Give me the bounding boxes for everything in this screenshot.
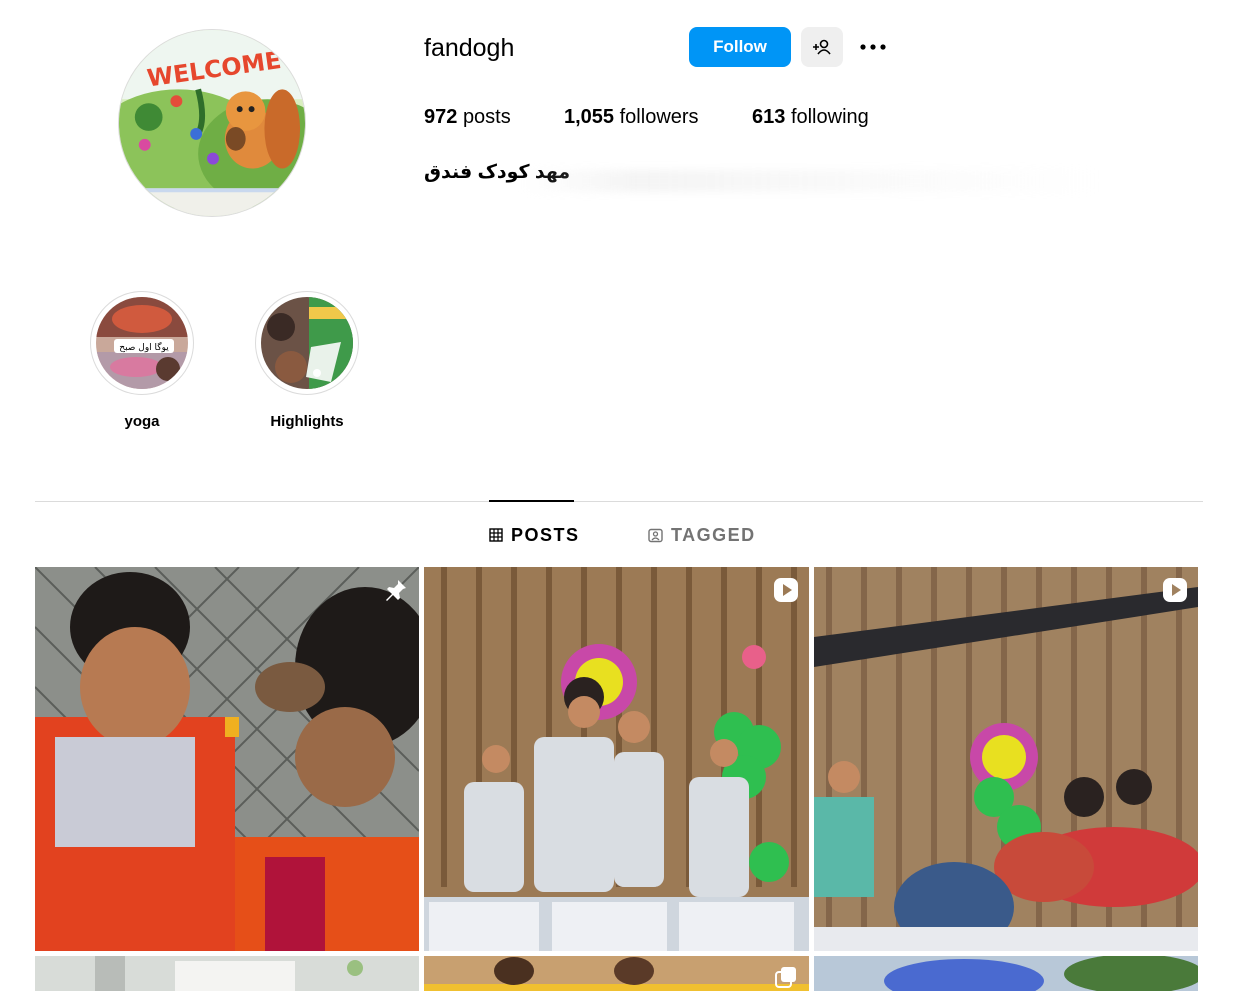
pin-icon [386, 580, 406, 601]
more-options-button[interactable] [853, 27, 893, 67]
following-label: following [790, 106, 869, 128]
highlight-highlights[interactable] [255, 291, 359, 395]
post-image [35, 567, 419, 951]
profile-username: fandogh [424, 34, 514, 62]
highlight-yoga-label: yoga [124, 413, 160, 430]
tab-posts-label: POSTS [511, 524, 580, 545]
post-tile[interactable] [35, 956, 419, 991]
reel-icon [774, 578, 798, 602]
post-image [424, 956, 809, 991]
add-person-icon [813, 39, 831, 55]
posts-stat: 972 posts [424, 104, 511, 130]
posts-count: 972 [424, 106, 458, 128]
followers-label: followers [619, 106, 699, 128]
post-image [424, 567, 809, 951]
post-image [35, 956, 419, 991]
more-icon [860, 44, 886, 50]
post-tile[interactable] [424, 567, 809, 951]
active-tab-indicator [489, 500, 574, 502]
post-tile[interactable] [35, 567, 419, 951]
following-count: 613 [752, 106, 786, 128]
followers-count: 1,055 [564, 106, 615, 128]
tab-tagged[interactable]: TAGGED [648, 523, 756, 547]
highlight-yoga-overlay-text: یوگا اول صبح [119, 341, 169, 353]
following-stat[interactable]: 613 following [752, 104, 869, 130]
grid-icon [489, 528, 503, 542]
avatar-image: WELCOME [119, 30, 305, 216]
post-tile[interactable] [424, 956, 809, 991]
tab-posts[interactable]: POSTS [489, 523, 580, 547]
bio-blurred-text [520, 170, 1100, 192]
tab-tagged-label: TAGGED [671, 524, 756, 545]
tabs-divider [35, 501, 1203, 502]
profile-avatar[interactable]: WELCOME [118, 29, 306, 217]
reel-icon [1163, 578, 1187, 602]
suggested-accounts-button[interactable] [801, 27, 843, 67]
post-image [814, 567, 1198, 951]
highlight-highlights-label: Highlights [270, 413, 344, 430]
post-image [814, 956, 1198, 991]
posts-label: posts [462, 106, 511, 128]
follow-button[interactable]: Follow [689, 27, 791, 67]
highlight-yoga-cover: یوگا اول صبح [96, 297, 188, 389]
post-tile[interactable] [814, 567, 1198, 951]
post-tile[interactable] [814, 956, 1198, 991]
followers-stat[interactable]: 1,055 followers [564, 104, 699, 130]
highlight-yoga[interactable]: یوگا اول صبح [90, 291, 194, 395]
carousel-icon [775, 967, 796, 988]
tagged-icon [648, 528, 663, 542]
highlight-highlights-cover [261, 297, 353, 389]
